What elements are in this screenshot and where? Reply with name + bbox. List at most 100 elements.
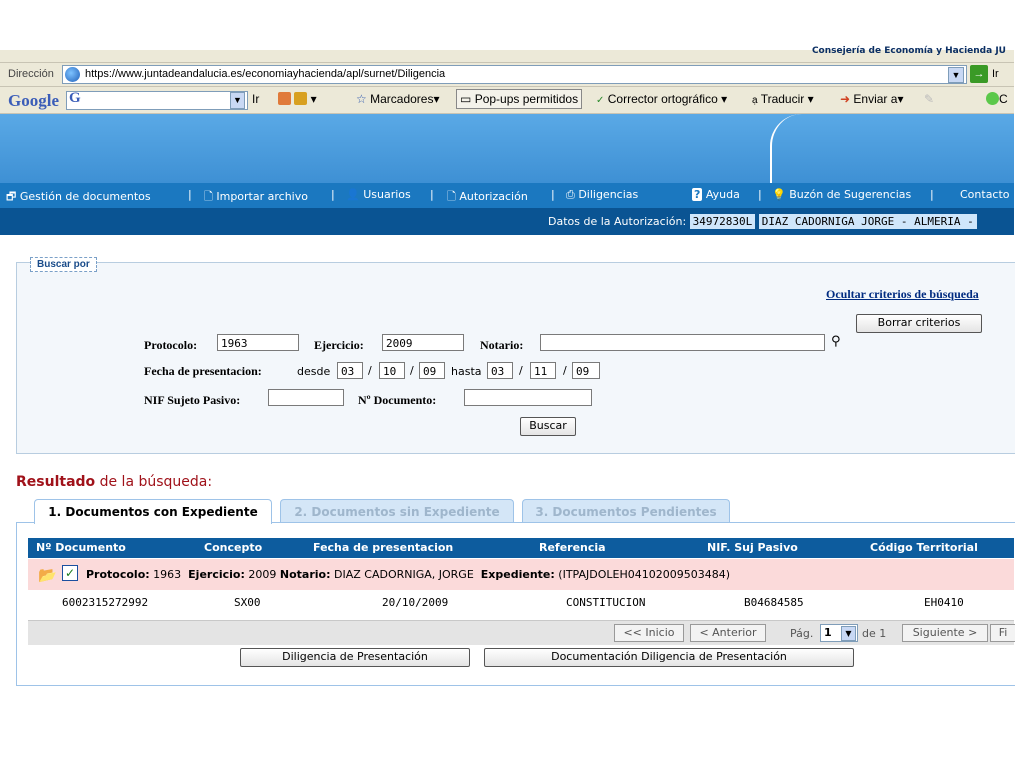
hide-criteria-link[interactable]: Ocultar criterios de búsqueda xyxy=(826,287,979,302)
menu-suggestions[interactable]: 💡 Buzón de Sugerencias xyxy=(772,188,911,201)
menu-separator: | xyxy=(930,188,934,201)
clear-criteria-button[interactable]: Borrar criterios xyxy=(856,314,982,333)
search-button[interactable]: Buscar xyxy=(520,417,576,436)
hasta-month-input[interactable]: 11 xyxy=(530,362,556,379)
date-separator: / xyxy=(368,364,372,377)
send-to-button[interactable]: ➜ Enviar a▾ xyxy=(840,92,903,106)
translate-button[interactable]: ạ Traducir ▾ xyxy=(752,92,814,106)
translate-icon: ạ xyxy=(752,95,758,106)
group-checkbox[interactable]: ✓ xyxy=(62,565,78,581)
documentacion-diligencia-button[interactable]: Documentación Diligencia de Presentación xyxy=(484,648,854,667)
menu-separator: | xyxy=(188,188,192,201)
popups-allowed-button[interactable]: ▭ Pop-ups permitidos xyxy=(456,89,583,109)
ie-page-icon xyxy=(65,67,80,82)
translate-label: Traducir xyxy=(760,92,805,106)
group-expediente: (ITPAJDOLEH04102009503484) xyxy=(558,568,730,581)
import-icon: 🗋 xyxy=(204,190,213,203)
column-header: Nº Documento xyxy=(36,541,126,554)
menu-suggestions-label: Buzón de Sugerencias xyxy=(789,188,912,201)
address-input[interactable]: https://www.juntadeandalucia.es/economia… xyxy=(62,65,967,84)
date-separator: / xyxy=(519,364,523,377)
group-protocolo-label: Protocolo: xyxy=(86,568,150,581)
page-select[interactable]: 1 ▼ xyxy=(820,624,858,642)
search-notary-icon[interactable]: ⚲ xyxy=(831,334,841,349)
address-label: Dirección xyxy=(8,68,54,80)
menu-users-label: Usuarios xyxy=(363,188,411,201)
results-table-header: Nº Documento Concepto Fecha de presentac… xyxy=(28,538,1014,558)
site-subtitle: Consejería de Economía y Hacienda JU xyxy=(812,46,1006,56)
google-search-input[interactable]: G ▼ xyxy=(66,90,248,110)
popups-label: Pop-ups permitidos xyxy=(474,92,579,106)
tab-documents-with-expedient[interactable]: 1. Documentos con Expediente xyxy=(34,499,272,524)
ndoc-input[interactable] xyxy=(464,389,592,406)
menu-help[interactable]: ? Ayuda xyxy=(692,188,740,201)
first-page-button[interactable]: << Inicio xyxy=(614,624,684,642)
table-row[interactable]: 6002315272992 SX00 20/10/2009 CONSTITUCI… xyxy=(28,590,1014,614)
ejercicio-label: Ejercicio: xyxy=(314,338,364,352)
google-ir-button[interactable]: Ir xyxy=(252,92,259,106)
tab-documents-without-expedient[interactable]: 2. Documentos sin Expediente xyxy=(280,499,514,524)
site-subtitle-trail: JU xyxy=(995,46,1006,56)
protocolo-input[interactable]: 1963 xyxy=(217,334,299,351)
nif-label: NIF Sujeto Pasivo: xyxy=(144,393,241,407)
desde-day-input[interactable]: 03 xyxy=(337,362,363,379)
go-button[interactable]: Ir xyxy=(992,68,999,80)
menu-import-label: Importar archivo xyxy=(216,190,308,203)
nif-input[interactable] xyxy=(268,389,344,406)
highlighter-icon[interactable]: ✎ xyxy=(924,92,934,106)
menu-diligencias[interactable]: ⎙ Diligencias xyxy=(566,188,638,202)
protocolo-label: Protocolo: xyxy=(144,338,198,352)
authorization-label: Datos de la Autorización: xyxy=(548,215,687,228)
column-header: NIF. Suj Pasivo xyxy=(707,541,798,554)
documents-icon: 🗗 xyxy=(6,190,17,203)
star-icon: ☆ xyxy=(356,92,367,106)
group-ejercicio-label: Ejercicio: xyxy=(188,568,245,581)
page-label: Pág. xyxy=(790,627,814,640)
toolbar-trailing-item[interactable]: C xyxy=(986,92,1008,106)
folder-icon[interactable]: 📂 xyxy=(38,566,57,584)
user-icon: 👤 xyxy=(346,188,360,201)
results-title: Resultado de la búsqueda: xyxy=(16,474,212,490)
go-arrow-icon[interactable]: → xyxy=(970,65,988,83)
address-url: https://www.juntadeandalucia.es/economia… xyxy=(85,68,446,80)
chevron-down-icon[interactable]: ▼ xyxy=(948,67,964,83)
desde-month-input[interactable]: 10 xyxy=(379,362,405,379)
prev-page-button[interactable]: < Anterior xyxy=(690,624,766,642)
toolbar-extra-icons[interactable]: ▾ xyxy=(278,92,317,106)
help-icon: ? xyxy=(692,188,703,201)
google-toolbar: Google G ▼ Ir ▾ ☆ Marcadores▾ ▭ Pop-ups … xyxy=(0,87,1014,114)
desde-label: desde xyxy=(297,365,331,378)
notario-label: Notario: xyxy=(480,338,524,352)
last-page-button[interactable]: Fi xyxy=(990,624,1015,642)
send-icon: ➜ xyxy=(840,92,851,106)
menu-import[interactable]: 🗋 Importar archivo xyxy=(204,188,308,207)
results-title-bold: Resultado xyxy=(16,474,96,490)
hasta-year-input[interactable]: 09 xyxy=(572,362,600,379)
desde-year-input[interactable]: 09 xyxy=(419,362,445,379)
lightbulb-icon: 💡 xyxy=(772,188,786,201)
toolbar-trailing-label: C xyxy=(999,92,1008,106)
menu-authorization[interactable]: 🗋 Autorización xyxy=(447,188,528,207)
chevron-down-icon[interactable]: ▼ xyxy=(230,92,245,109)
bookmarks-button[interactable]: ☆ Marcadores▾ xyxy=(356,92,440,106)
menu-separator: | xyxy=(551,188,555,201)
chevron-down-icon[interactable]: ▼ xyxy=(841,626,856,641)
next-page-button[interactable]: Siguiente > xyxy=(902,624,988,642)
menu-users[interactable]: 👤 Usuarios xyxy=(346,188,411,201)
google-g-icon: G xyxy=(69,90,81,106)
ejercicio-input[interactable]: 2009 xyxy=(382,334,464,351)
column-header: Referencia xyxy=(539,541,606,554)
notario-input[interactable] xyxy=(540,334,825,351)
menu-separator: | xyxy=(331,188,335,201)
authorization-icon: 🗋 xyxy=(447,190,456,203)
hasta-day-input[interactable]: 03 xyxy=(487,362,513,379)
diligencia-presentacion-button[interactable]: Diligencia de Presentación xyxy=(240,648,470,667)
group-expediente-label: Expediente: xyxy=(480,568,555,581)
menu-diligencias-label: Diligencias xyxy=(578,188,639,201)
results-title-rest: de la búsqueda: xyxy=(95,474,213,490)
tab-pending-documents[interactable]: 3. Documentos Pendientes xyxy=(522,499,730,524)
menu-contact[interactable]: Contacto xyxy=(960,188,1010,201)
spellcheck-button[interactable]: ✓ Corrector ortográfico ▾ xyxy=(596,92,727,106)
popup-icon: ▭ xyxy=(460,92,472,106)
menu-documents[interactable]: 🗗 Gestión de documentos xyxy=(6,188,151,207)
